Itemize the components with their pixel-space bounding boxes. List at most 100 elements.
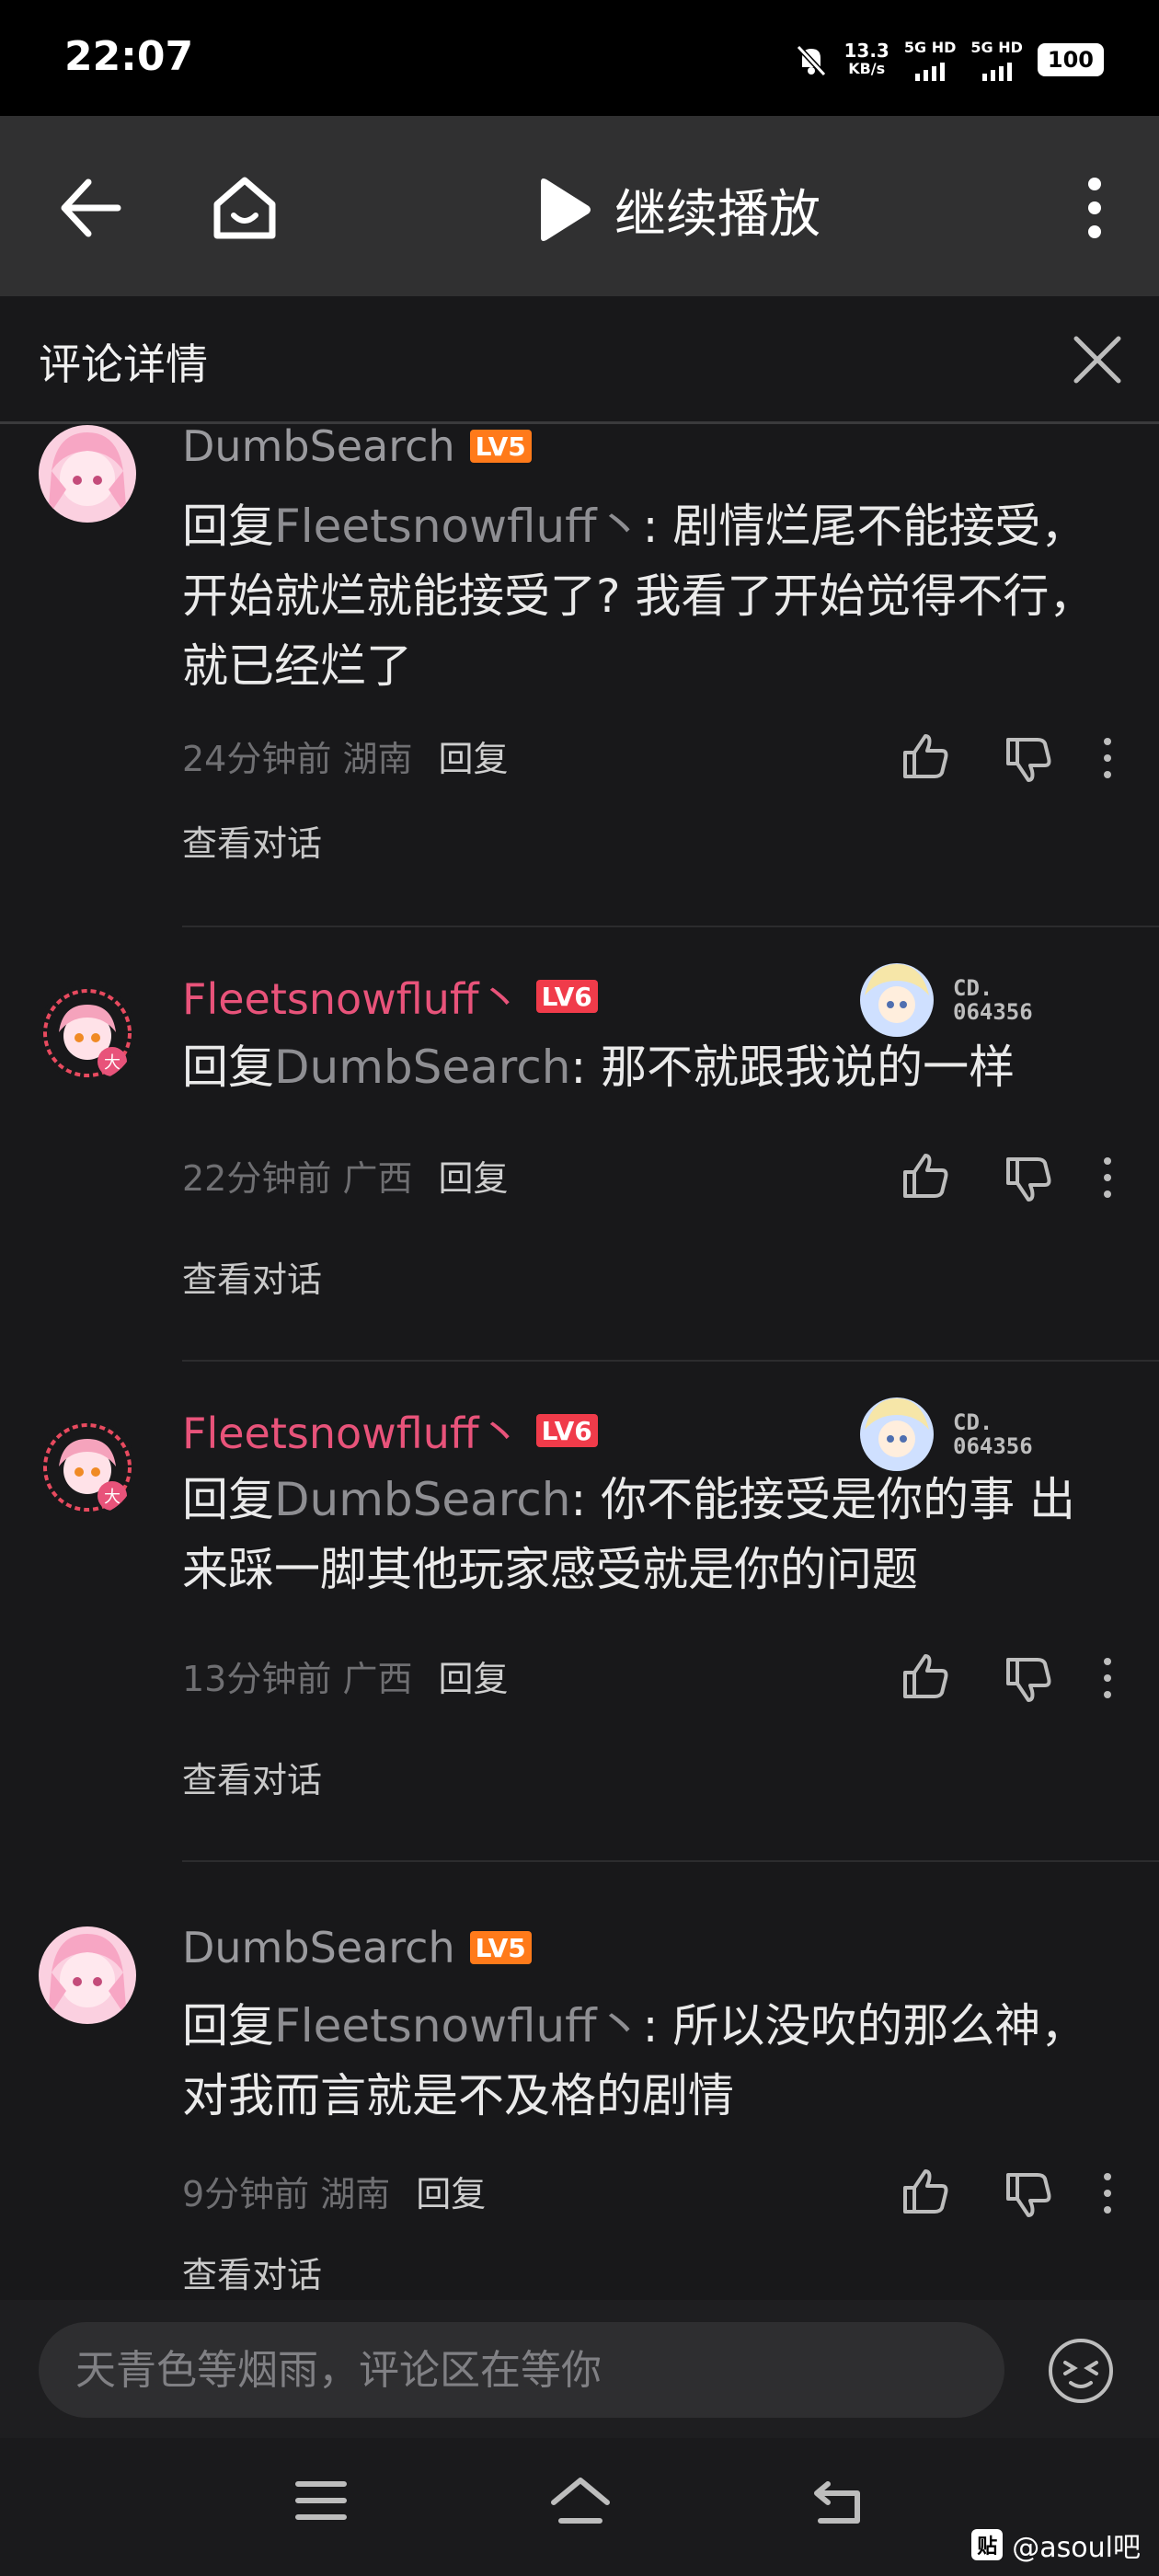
reply-to-username[interactable]: DumbSearch <box>274 1473 570 1526</box>
badge-line-1: CD. <box>953 1409 993 1435</box>
character-badge-icon <box>860 1397 934 1471</box>
level-badge: LV5 <box>469 430 532 463</box>
reply-button[interactable]: 回复 <box>416 2166 486 2216</box>
comment-item: 大 Fleetsnowfluff丶 LV6 CD. 064356 回复DumbS… <box>0 1397 1159 1862</box>
thumbs-up-icon[interactable] <box>900 730 951 782</box>
close-icon[interactable] <box>1065 328 1130 392</box>
level-badge: LV6 <box>535 1414 598 1447</box>
back-nav-icon[interactable] <box>809 2475 866 2528</box>
reply-to-username[interactable]: Fleetsnowfluff丶 <box>274 1999 643 2053</box>
comment-time: 13分钟前 <box>182 1659 332 1699</box>
more-vertical-icon[interactable] <box>1071 169 1119 247</box>
thumbs-up-icon[interactable] <box>900 2166 951 2217</box>
status-icons: 13.3 KB/s 5G HD 5G HD 100 <box>793 37 1104 83</box>
comment-detail-header: 评论详情 <box>0 296 1159 424</box>
thumbs-down-icon[interactable] <box>1003 1154 1054 1205</box>
comment-username[interactable]: Fleetsnowfluff丶 LV6 <box>182 1400 598 1461</box>
view-conversation-link[interactable]: 查看对话 <box>182 1251 322 1302</box>
comment-location: 广西 <box>342 1659 413 1699</box>
comment-actions <box>892 2166 1122 2221</box>
comment-time: 24分钟前 <box>182 739 332 779</box>
comment-actions <box>892 1650 1122 1706</box>
signal-2: 5G HD <box>970 39 1023 81</box>
reply-button[interactable]: 回复 <box>438 730 508 781</box>
divider <box>182 926 1159 927</box>
comment-username[interactable]: Fleetsnowfluff丶 LV6 <box>182 966 598 1027</box>
more-options-icon[interactable] <box>1100 2171 1115 2215</box>
badge-line-2: 064356 <box>953 999 1033 1025</box>
anime-avatar-icon <box>39 1926 136 2024</box>
comment-meta: 9分钟前 湖南 回复 <box>182 2166 486 2216</box>
comment-actions <box>892 730 1122 786</box>
reply-to-username[interactable]: DumbSearch <box>274 1041 570 1094</box>
comment-text: 回复DumbSearch: 那不就跟我说的一样 <box>182 1032 1120 1102</box>
fan-badge[interactable]: CD. 064356 <box>855 959 1033 1041</box>
divider <box>182 1860 1159 1862</box>
svg-text:大: 大 <box>104 1053 120 1073</box>
thumbs-up-icon[interactable] <box>900 1150 951 1202</box>
top-bar: 继续播放 <box>0 116 1159 296</box>
avatar[interactable]: 大 <box>39 984 136 1082</box>
level-badge: LV5 <box>469 1931 532 1964</box>
comment-location: 广西 <box>342 1158 413 1199</box>
svg-text:大: 大 <box>104 1488 120 1507</box>
home-icon[interactable] <box>206 167 283 245</box>
thumbs-down-icon[interactable] <box>1003 2169 1054 2221</box>
view-conversation-link[interactable]: 查看对话 <box>182 1752 322 1802</box>
comment-actions <box>892 1150 1122 1205</box>
menu-icon[interactable] <box>293 2477 350 2524</box>
comment-meta: 22分钟前 广西 回复 <box>182 1150 508 1201</box>
more-options-icon[interactable] <box>1100 1156 1115 1200</box>
anime-avatar-icon: 大 <box>39 1419 136 1516</box>
comment-meta: 24分钟前 湖南 回复 <box>182 730 508 781</box>
username-text: DumbSearch <box>182 421 455 471</box>
avatar[interactable]: 大 <box>39 1419 136 1516</box>
comment-content: : 那不就跟我说的一样 <box>570 1041 1016 1094</box>
comment-input-bar <box>0 2300 1159 2438</box>
continue-play-button[interactable]: 继续播放 <box>534 173 820 247</box>
view-conversation-link[interactable]: 查看对话 <box>182 2247 322 2297</box>
comment-item: DumbSearch LV5 回复Fleetsnowfluff丶: 所以没吹的那… <box>0 1923 1159 2300</box>
continue-play-label: 继续播放 <box>614 184 820 245</box>
status-bar: 22:07 13.3 KB/s 5G HD 5G HD 100 <box>0 0 1159 116</box>
thumbs-up-icon[interactable] <box>900 1650 951 1702</box>
reply-prefix: 回复 <box>182 1041 274 1094</box>
comment-item: 大 Fleetsnowfluff丶 LV6 CD. 064356 回复DumbS… <box>0 963 1159 1362</box>
reply-button[interactable]: 回复 <box>438 1650 508 1701</box>
badge-line-1: CD. <box>953 975 993 1001</box>
anime-avatar-icon: 大 <box>39 984 136 1082</box>
comment-text: 回复DumbSearch: 你不能接受是你的事 出来踩一脚其他玩家感受就是你的问… <box>182 1465 1120 1604</box>
level-badge: LV6 <box>535 980 598 1013</box>
more-options-icon[interactable] <box>1100 736 1115 780</box>
status-time: 22:07 <box>64 33 194 80</box>
comment-username[interactable]: DumbSearch LV5 <box>182 1923 532 1972</box>
home-nav-icon[interactable] <box>548 2475 613 2528</box>
reply-prefix: 回复 <box>182 1999 274 2053</box>
username-text: DumbSearch <box>182 1923 455 1972</box>
reply-prefix: 回复 <box>182 500 274 553</box>
system-nav-bar: 贴 @asoul吧 <box>0 2438 1159 2576</box>
emoji-icon[interactable] <box>1047 2337 1115 2405</box>
watermark-text: @asoul吧 <box>1012 2532 1141 2564</box>
fan-badge[interactable]: CD. 064356 <box>855 1393 1033 1476</box>
more-options-icon[interactable] <box>1100 1656 1115 1700</box>
comment-input[interactable] <box>39 2322 1004 2418</box>
reply-prefix: 回复 <box>182 1473 274 1526</box>
thumbs-down-icon[interactable] <box>1003 1654 1054 1706</box>
mute-bell-icon <box>796 44 826 77</box>
avatar[interactable] <box>39 425 136 523</box>
comment-time: 9分钟前 <box>182 2174 310 2214</box>
view-conversation-link[interactable]: 查看对话 <box>182 815 322 866</box>
avatar[interactable] <box>39 1926 136 2024</box>
comment-username[interactable]: DumbSearch LV5 <box>182 421 532 471</box>
back-arrow-icon[interactable] <box>52 169 129 247</box>
thumbs-down-icon[interactable] <box>1003 734 1054 786</box>
play-icon <box>541 178 591 241</box>
reply-button[interactable]: 回复 <box>438 1150 508 1201</box>
signal-bars-icon <box>981 57 1012 81</box>
username-text: Fleetsnowfluff丶 <box>182 1409 522 1458</box>
tieba-logo-icon: 贴 <box>971 2529 1004 2560</box>
watermark: 贴 @asoul吧 <box>971 2524 1141 2565</box>
comment-meta: 13分钟前 广西 回复 <box>182 1650 508 1701</box>
reply-to-username[interactable]: Fleetsnowfluff丶 <box>274 500 643 553</box>
